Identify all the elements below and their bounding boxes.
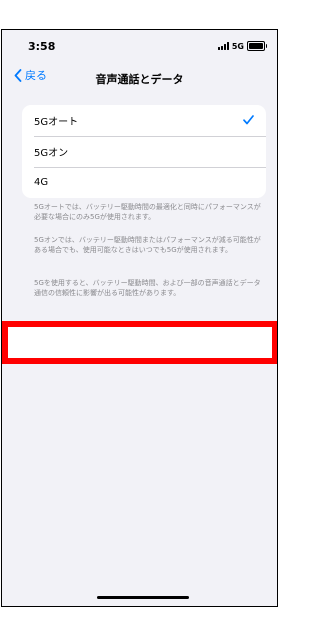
option-4g[interactable]: 4G (22, 167, 266, 198)
checkmark-icon (243, 115, 254, 125)
footnote-text: 5Gオンでは、バッテリー駆動時間またはパフォーマンスが減る可能性がある場合でも、… (34, 236, 261, 254)
status-indicators: 5G (217, 41, 267, 51)
option-label: 5Gオン (34, 148, 69, 159)
footnote-text: 5Gオートでは、バッテリー駆動時間の最適化と同時にパフォーマンスが必要な場合にの… (34, 203, 261, 221)
status-time: 3:58 (28, 40, 56, 53)
home-indicator[interactable] (97, 596, 189, 599)
footnote-5g-usage: 5Gを使用すると、バッテリー駆動時間、および一部の音声通話とデータ通信の信頼性に… (34, 278, 262, 298)
battery-icon (247, 41, 267, 51)
highlight-box (2, 321, 277, 364)
status-bar: 3:58 5G (2, 30, 277, 62)
footnote-5g-on: 5Gオンでは、バッテリー駆動時間またはパフォーマンスが減る可能性がある場合でも、… (34, 235, 262, 255)
option-label: 5Gオート (34, 117, 79, 128)
footnote-text: 5Gを使用すると、バッテリー駆動時間、および一部の音声通話とデータ通信の信頼性に… (34, 279, 261, 297)
screenshot-canvas: 3:58 5G 戻る 音声通話とデータ 5Gオート 5Gオン 4G 5Gオートで… (0, 0, 318, 636)
signal-icon (217, 42, 229, 50)
option-label: 4G (34, 177, 49, 188)
footnote-5g-auto: 5Gオートでは、バッテリー駆動時間の最適化と同時にパフォーマンスが必要な場合にの… (34, 202, 262, 222)
nav-bar: 戻る 音声通話とデータ (2, 62, 277, 92)
network-options-list: 5Gオート 5Gオン 4G (22, 105, 266, 198)
option-5g-on[interactable]: 5Gオン (22, 136, 266, 167)
phone-screen: 3:58 5G 戻る 音声通話とデータ 5Gオート 5Gオン 4G 5Gオートで… (1, 29, 278, 607)
network-label: 5G (231, 41, 244, 51)
option-5g-auto[interactable]: 5Gオート (22, 105, 266, 136)
page-title: 音声通話とデータ (95, 73, 184, 86)
